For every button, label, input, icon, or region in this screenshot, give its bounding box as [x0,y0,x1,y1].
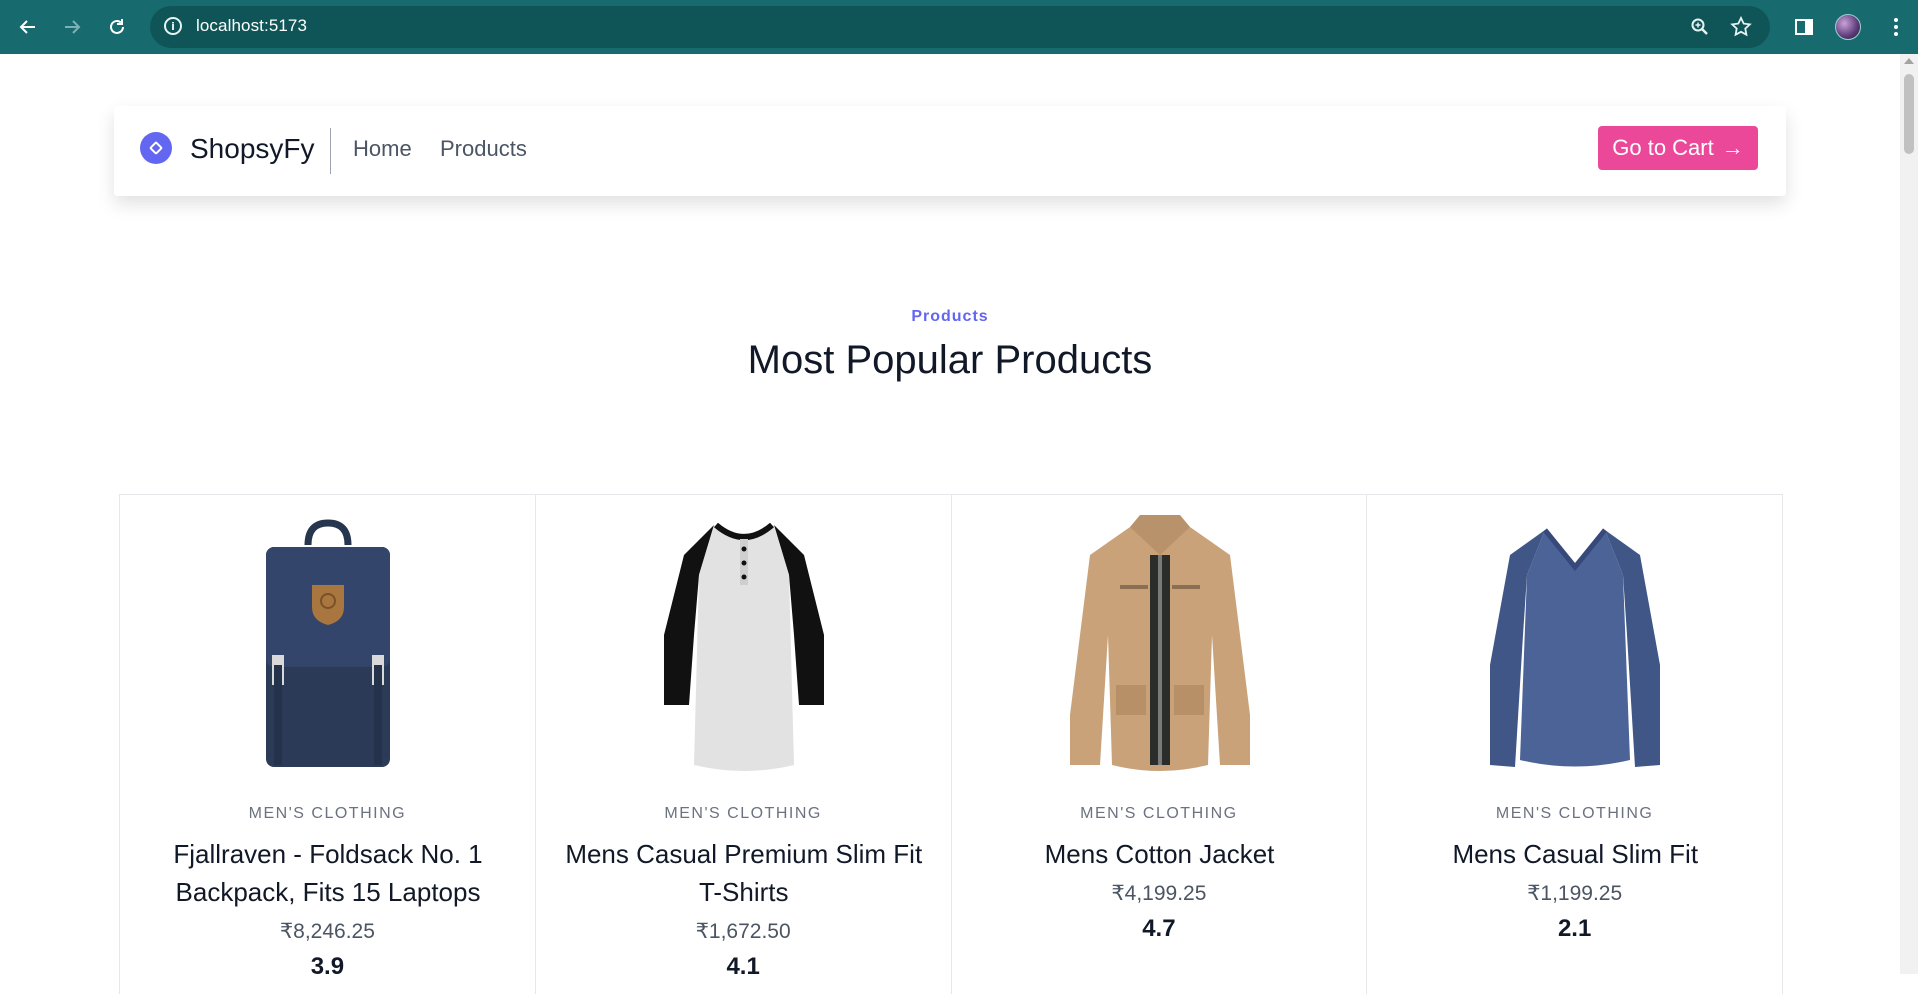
section-eyebrow: Products [911,308,989,325]
header-divider [330,128,331,174]
product-name[interactable]: Mens Casual Premium Slim Fit T-Shirts [556,835,932,911]
cart-button-label: Go to Cart [1612,135,1714,160]
page-scrollbar[interactable] [1900,54,1918,974]
back-icon[interactable] [12,11,44,43]
logo-icon[interactable] [140,132,172,164]
product-rating: 3.9 [310,953,345,980]
site-info-icon[interactable]: i [164,17,182,35]
product-rating: 4.7 [1142,915,1176,942]
nav-link-home[interactable]: Home [353,136,412,162]
address-bar[interactable]: i localhost:5173 [150,6,1770,48]
url-text[interactable]: localhost:5173 [196,16,307,36]
product-price: ₹4,199.25 [1111,882,1207,905]
arrow-right-icon: → [1721,135,1744,160]
product-category: MEN'S CLOTHING [1495,805,1654,822]
product-card[interactable]: MEN'S CLOTHING Mens Casual Slim Fit ₹1,1… [1367,495,1783,994]
menu-kebab-icon[interactable] [1880,11,1912,43]
product-grid: MEN'S CLOTHING Fjallraven - Foldsack No.… [119,494,1783,994]
nav-link-products[interactable]: Products [440,136,527,162]
zoom-icon[interactable] [1687,14,1713,40]
product-category: MEN'S CLOTHING [248,805,407,822]
raglan-tshirt-image[interactable] [644,515,844,777]
product-card[interactable]: MEN'S CLOTHING Mens Cotton Jacket ₹4,199… [952,495,1368,994]
bookmark-star-icon[interactable] [1728,14,1754,40]
scroll-up-icon[interactable] [1904,58,1914,64]
product-rating: 2.1 [1557,915,1592,942]
product-rating: 4.1 [726,953,760,980]
go-to-cart-button[interactable]: Go to Cart → [1598,126,1758,170]
profile-avatar[interactable] [1832,11,1864,43]
product-price: ₹1,199.25 [1527,882,1623,905]
forward-icon[interactable] [56,11,88,43]
jacket-image[interactable] [1060,515,1260,777]
product-card[interactable]: MEN'S CLOTHING Mens Casual Premium Slim … [536,495,952,994]
product-name[interactable]: Fjallraven - Foldsack No. 1 Backpack, Fi… [140,835,516,911]
backpack-image[interactable] [228,515,428,777]
scrollbar-thumb[interactable] [1904,74,1914,154]
product-category: MEN'S CLOTHING [664,805,822,822]
side-panel-icon[interactable] [1788,11,1820,43]
product-category: MEN'S CLOTHING [1080,805,1238,822]
product-price: ₹1,672.50 [695,920,791,943]
browser-toolbar: i localhost:5173 [0,0,1918,54]
longsleeve-shirt-image[interactable] [1475,515,1675,777]
section-title: Most Popular Products [747,338,1153,382]
product-price: ₹8,246.25 [279,920,375,943]
site-header: ShopsyFy Home Products Go to Cart → [114,106,1786,196]
product-name[interactable]: Mens Cotton Jacket [972,835,1348,873]
product-card[interactable]: MEN'S CLOTHING Fjallraven - Foldsack No.… [120,495,536,994]
product-name[interactable]: Mens Casual Slim Fit [1387,835,1763,873]
brand-name[interactable]: ShopsyFy [190,133,315,165]
reload-icon[interactable] [101,11,133,43]
